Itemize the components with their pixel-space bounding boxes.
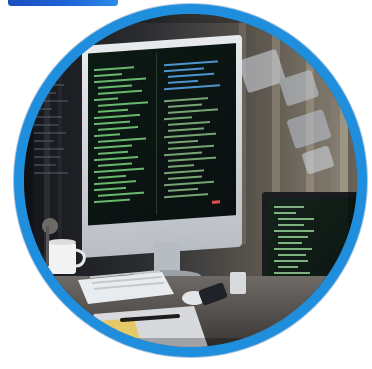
speaker bbox=[230, 272, 246, 294]
desktop-monitor bbox=[82, 35, 242, 258]
top-accent-mark bbox=[8, 0, 118, 6]
workstation-scene bbox=[24, 14, 357, 347]
workstation-photo bbox=[24, 14, 357, 347]
image-canvas bbox=[0, 0, 372, 369]
